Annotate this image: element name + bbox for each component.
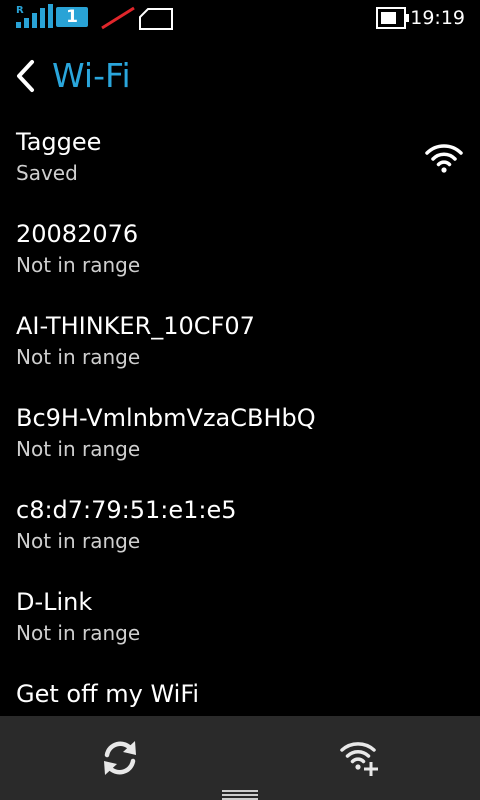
wifi-signal-icon	[425, 144, 463, 173]
network-status: Not in range	[16, 253, 141, 277]
status-bar: R 1 19:19	[0, 0, 480, 36]
network-name: Taggee	[16, 128, 102, 156]
list-item[interactable]: D-Link Not in range	[0, 580, 480, 672]
battery-icon	[376, 7, 409, 29]
page-header: Wi-Fi	[0, 50, 480, 102]
sd-card-icon	[139, 8, 173, 30]
list-item[interactable]: Taggee Saved	[0, 120, 480, 212]
wifi-network-list: Taggee Saved 20082076 Not in range AI-TH…	[0, 120, 480, 716]
network-name: 20082076	[16, 220, 139, 248]
clock: 19:19	[410, 7, 465, 29]
page-title: Wi-Fi	[52, 56, 131, 95]
sim-icon: 1	[56, 7, 88, 27]
list-item[interactable]: c8:d7:79:51:e1:e5 Not in range	[0, 488, 480, 580]
network-name: Get off my WiFi	[16, 680, 200, 708]
network-name: D-Link	[16, 588, 93, 616]
network-name: c8:d7:79:51:e1:e5	[16, 496, 237, 524]
list-item[interactable]: AI-THINKER_10CF07 Not in range	[0, 304, 480, 396]
network-name: Bc9H-VmlnbmVzaCBHbQ	[16, 404, 316, 432]
bottom-toolbar	[0, 716, 480, 800]
network-name: AI-THINKER_10CF07	[16, 312, 255, 340]
menu-handle-icon[interactable]	[222, 788, 258, 800]
network-status: Saved	[16, 161, 78, 185]
chevron-left-icon[interactable]	[14, 59, 38, 93]
network-status: Not in range	[16, 529, 141, 553]
network-status: Not in range	[16, 345, 141, 369]
add-wifi-icon[interactable]	[338, 736, 382, 780]
list-item[interactable]: 20082076 Not in range	[0, 212, 480, 304]
network-status: Not in range	[16, 621, 141, 645]
no-sim-icon	[101, 6, 135, 30]
network-status: Not in range	[16, 437, 141, 461]
list-item[interactable]: Get off my WiFi	[0, 672, 480, 716]
roaming-label: R	[16, 5, 24, 16]
list-item[interactable]: Bc9H-VmlnbmVzaCBHbQ Not in range	[0, 396, 480, 488]
signal-icon: R	[16, 4, 53, 28]
refresh-icon[interactable]	[100, 738, 140, 778]
